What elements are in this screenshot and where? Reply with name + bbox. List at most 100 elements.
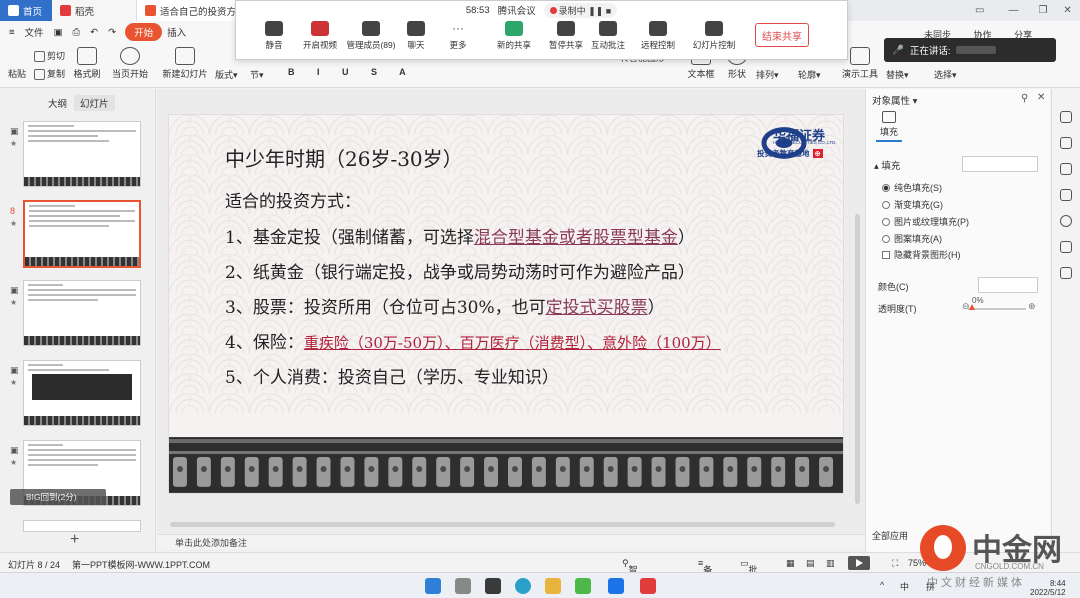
slide-bullet-3[interactable]: 3、股票：投资所用（仓位可占30%，也可定投式买股票） xyxy=(225,293,665,318)
hamburger-icon[interactable]: ≡ xyxy=(4,27,20,38)
beautify-button[interactable]: ⚲ 智能美化 xyxy=(622,558,638,598)
help-icon[interactable] xyxy=(1060,215,1072,227)
window-layout-icon[interactable]: ▭ xyxy=(975,5,984,16)
undo-icon[interactable]: ↶ xyxy=(85,27,103,38)
fill-section-header[interactable]: ▴ 填充 xyxy=(874,158,900,172)
paste-button[interactable]: 粘贴 xyxy=(8,67,26,80)
fill-tab[interactable]: 填充 xyxy=(876,111,902,142)
section-dropdown[interactable]: 节▾ xyxy=(250,68,264,81)
select-icon[interactable] xyxy=(1060,111,1072,123)
arrange-button[interactable]: 排列▾ xyxy=(756,68,779,81)
tab-home[interactable]: 首页 xyxy=(0,0,52,21)
properties-icon[interactable] xyxy=(1060,137,1072,149)
bullet-4-highlight[interactable]: 重疾险（30万-50万）、百万医疗（消费型）、意外险（100万） xyxy=(304,334,721,352)
transparency-plus-icon[interactable]: ⊕ xyxy=(1028,301,1036,312)
notes-area[interactable]: 单击此处添加备注 xyxy=(157,534,865,550)
recording-badge[interactable]: 录制中 ❚❚ ■ xyxy=(543,2,618,18)
new-slide-button[interactable]: 新建幻灯片 xyxy=(160,47,210,80)
play-slideshow-button[interactable] xyxy=(848,556,870,570)
search-icon[interactable] xyxy=(455,578,471,594)
gradient-fill-option[interactable]: 渐变填充(G) xyxy=(882,198,943,211)
slide-control-button[interactable]: 幻灯片控制 xyxy=(684,21,744,51)
hide-background-checkbox[interactable]: 隐藏背景图形(H) xyxy=(882,248,961,261)
file-explorer-icon[interactable] xyxy=(545,578,561,594)
reading-view-icon[interactable]: ▥ xyxy=(826,558,835,569)
slide-thumbnail[interactable] xyxy=(23,360,141,426)
format-painter-button[interactable]: 格式刷 xyxy=(72,47,102,80)
menu-insert[interactable]: 插入 xyxy=(162,25,191,39)
sorter-view-icon[interactable]: ▤ xyxy=(806,558,815,569)
menu-start[interactable]: 开始 xyxy=(125,23,163,41)
slide-bullet-2[interactable]: 2、纸黄金（银行端定投，战争或局势动荡时可作为避险产品） xyxy=(225,258,695,283)
transparency-slider[interactable] xyxy=(968,308,1026,310)
slider-thumb[interactable] xyxy=(969,304,975,310)
task-view-icon[interactable] xyxy=(485,578,501,594)
new-share-button[interactable]: 新的共享 xyxy=(484,21,544,51)
redo-icon[interactable]: ↷ xyxy=(103,27,121,38)
select-button[interactable]: 选择▾ xyxy=(934,68,957,81)
slide-subtitle[interactable]: 适合的投资方式： xyxy=(225,187,361,212)
slide-canvas[interactable]: 华福证券 HUAFU SECURITIES CO.,LTD. 投资者教育基地 ⊕ … xyxy=(168,114,844,494)
location-icon[interactable] xyxy=(1060,267,1072,279)
solid-fill-option[interactable]: 纯色填充(S) xyxy=(882,181,942,194)
scissors-icon xyxy=(34,51,45,63)
slide-bullet-5[interactable]: 5、个人消费：投资自己（学历、专业知识） xyxy=(225,363,559,388)
close-icon[interactable]: ✕ xyxy=(1063,5,1071,16)
wps-icon[interactable] xyxy=(640,578,656,594)
windows-start-icon[interactable] xyxy=(425,578,441,594)
picture-fill-option[interactable]: 图片或纹理填充(P) xyxy=(882,215,969,228)
slide-bullet-4[interactable]: 4、保险：重疾险（30万-50万）、百万医疗（消费型）、意外险（100万） xyxy=(225,328,721,353)
menu-file[interactable]: 文件 xyxy=(20,25,49,39)
docer-icon xyxy=(60,5,71,16)
bullet-3-highlight[interactable]: 定投式买股票 xyxy=(546,298,648,318)
slide-thumbnail[interactable] xyxy=(23,121,141,187)
clock-date: 2022/5/12 xyxy=(1030,588,1066,597)
add-slide-button[interactable]: + xyxy=(70,531,79,549)
save-icon[interactable]: ▣ xyxy=(49,27,68,38)
replace-button[interactable]: 替换▾ xyxy=(886,68,909,81)
tray-up-icon[interactable]: ^ xyxy=(880,580,884,590)
edge-icon[interactable] xyxy=(515,578,531,594)
slide-thumbnail[interactable] xyxy=(23,520,141,532)
minimize-icon[interactable]: — xyxy=(1008,5,1018,16)
text-format-group[interactable]: B I U S A xyxy=(288,67,416,77)
slide-bullet-1[interactable]: 1、基金定投（强制储蓄，可选择混合型基金或者股票型基金） xyxy=(225,223,695,248)
share-panel-icon[interactable] xyxy=(1060,241,1072,253)
vertical-scrollbar[interactable] xyxy=(855,214,860,504)
horizontal-scrollbar[interactable] xyxy=(170,522,835,527)
animation-icon[interactable] xyxy=(1060,163,1072,175)
pin-icon[interactable]: ⚲ xyxy=(1021,93,1028,104)
tab-slides[interactable]: 幻灯片 xyxy=(74,95,115,111)
store-icon[interactable] xyxy=(575,578,591,594)
play-current-button[interactable]: 当页开始 xyxy=(108,47,152,80)
more-button[interactable]: ··· 更多 xyxy=(428,21,488,51)
tab-outline[interactable]: 大纲 xyxy=(42,95,73,111)
ime-lang[interactable]: 中 xyxy=(900,580,909,593)
apply-all-button[interactable]: 全部应用 xyxy=(872,529,908,542)
close-pane-icon[interactable]: ✕ xyxy=(1037,92,1045,103)
comments-button[interactable]: ▭批注 xyxy=(740,558,758,588)
slide-thumbnail[interactable] xyxy=(23,280,141,346)
end-share-button[interactable]: 结束共享 xyxy=(755,23,809,47)
fill-dropdown[interactable] xyxy=(962,156,1038,172)
color-dropdown[interactable] xyxy=(978,277,1038,293)
slide-thumbnail-active[interactable] xyxy=(23,200,141,268)
copy-button[interactable]: 复制 xyxy=(34,67,65,81)
tab-docer[interactable]: 稻壳 xyxy=(52,0,136,21)
cut-button[interactable]: 剪切 xyxy=(34,49,65,63)
normal-view-icon[interactable]: ▦ xyxy=(786,558,795,569)
pattern-fill-option[interactable]: 图案填充(A) xyxy=(882,232,942,245)
layout-dropdown[interactable]: 版式▾ xyxy=(215,68,238,81)
logo-badge: ⊕ xyxy=(812,149,823,158)
restore-icon[interactable]: ❐ xyxy=(1038,5,1047,16)
remote-control-button[interactable]: 远程控制 xyxy=(628,21,688,51)
mini-video-badge[interactable]: BIG回到(2分) xyxy=(10,489,106,505)
print-icon[interactable]: ⎙ xyxy=(68,27,86,38)
tencent-meeting-icon[interactable] xyxy=(608,578,624,594)
slide-title[interactable]: 中少年时期（26岁-30岁） xyxy=(225,143,463,172)
notes-button[interactable]: ≡备注 xyxy=(698,558,712,588)
outline-button[interactable]: 轮廓▾ xyxy=(798,68,821,81)
bullet-1-highlight[interactable]: 混合型基金或者股票型基金 xyxy=(474,228,678,248)
transition-icon[interactable] xyxy=(1060,189,1072,201)
fit-icon[interactable]: ⛶ xyxy=(892,558,898,569)
